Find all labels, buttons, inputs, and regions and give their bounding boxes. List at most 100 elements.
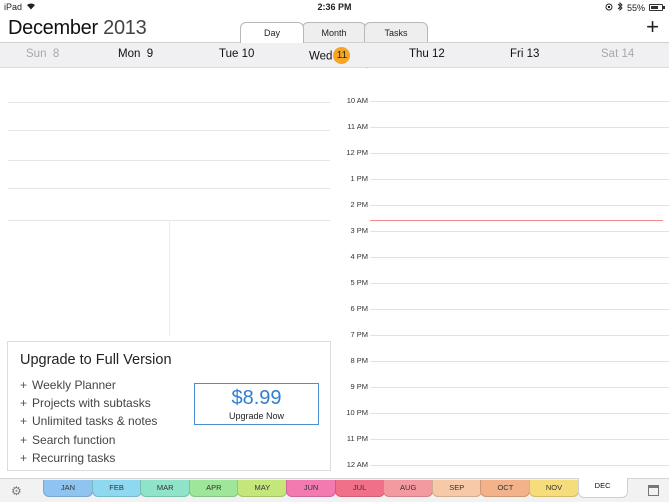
hour-gridline [370,413,669,414]
month-tab-sep[interactable]: SEP [431,480,482,497]
hour-row[interactable]: 5 PM [332,278,669,287]
hour-row[interactable]: 6 PM [332,304,669,313]
day-thu[interactable]: Thu 12 [409,48,445,60]
status-time: 2:36 PM [317,2,352,12]
hour-gridline [370,335,669,336]
month-tab-apr[interactable]: APR [188,480,239,497]
month-tab-oct[interactable]: OCT [480,480,531,497]
hour-row[interactable]: 8 PM [332,356,669,365]
month-tab-dec[interactable]: DEC [577,478,628,498]
price-label: $8.99 [231,387,282,409]
hour-gridline [370,153,669,154]
hour-gridline [370,205,669,206]
month-tab-aug[interactable]: AUG [383,480,434,497]
battery-percent: 55% [626,2,645,13]
hour-gridline [370,127,669,128]
hour-row[interactable]: 10 AM [332,96,669,105]
year: 2013 [103,17,147,39]
plus-icon: + [20,414,28,429]
hour-label: 10 PM [346,408,368,417]
feature-list: + Weekly Planner + Projects with subtasks … [20,376,157,467]
hour-label: 10 AM [346,96,368,105]
hour-row[interactable]: 10 PM [332,408,669,417]
day-fri[interactable]: Fri 13 [510,48,539,60]
list-item: + Weekly Planner [20,378,116,392]
hour-label-partial: · [365,65,368,72]
plus-icon: + [20,450,28,465]
plus-icon: + [20,396,28,411]
list-item: + Search function [20,432,116,447]
hour-gridline [370,361,669,362]
day-tue[interactable]: Tue 10 [219,48,254,60]
list-item: + Projects with subtasks [20,396,151,411]
hour-label: 2 PM [350,200,368,209]
hour-row[interactable]: 12 PM [332,148,669,157]
bluetooth-icon [617,1,623,13]
tab-tasks[interactable]: Tasks [364,22,428,42]
battery-icon [649,4,665,11]
hour-label: 9 PM [350,382,368,391]
view-tabs: Day Month Tasks [240,22,428,44]
hour-label: 12 AM [346,460,368,469]
upgrade-panel: Upgrade to Full Version + Weekly Planner … [7,341,331,471]
list-item: + Unlimited tasks & notes [20,414,158,429]
month-tab-mar[interactable]: MAR [140,480,191,497]
orientation-lock-icon [605,3,613,13]
day-sat[interactable]: Sat 14 [601,48,634,60]
hour-gridline [370,231,669,232]
status-bar: iPad 2:36 PM 55% [0,0,669,14]
hour-label: 8 PM [350,356,368,365]
calendar-icon[interactable] [648,485,659,496]
hour-row[interactable]: 2 PM [332,200,669,209]
month-tab-jan[interactable]: JAN [43,480,93,497]
day-sun[interactable]: Sun 8 [26,48,59,60]
upgrade-now-label: Upgrade Now [228,411,285,421]
task-row-divider [8,130,330,131]
hour-row[interactable]: 4 PM [332,252,669,261]
month-tab-jun[interactable]: JUN [286,480,336,497]
hour-gridline [370,309,669,310]
hour-row[interactable]: 7 PM [332,330,669,339]
month-tab-jul[interactable]: JUL [334,480,385,497]
current-time-line [370,220,663,221]
tab-day[interactable]: Day [240,22,304,43]
hour-row[interactable]: 1 PM [332,174,669,183]
day-wed[interactable]: Wed 11 [309,47,351,65]
hour-label: 3 PM [350,226,368,235]
tab-month[interactable]: Month [302,22,366,42]
month-strip: ⚙ JAN FEB MAR APR MAY JUN JUL AUG SEP OCT NOV DEC [0,478,669,502]
gear-icon[interactable]: ⚙ [11,484,22,498]
month-tab-feb[interactable]: FEB [91,480,142,497]
hour-gridline [370,387,669,388]
plus-icon: + [20,432,28,447]
header: December 2013 Day Month Tasks + [0,14,669,44]
status-right: 55% [605,1,665,13]
hour-label: 7 PM [350,330,368,339]
task-row-divider [8,102,330,103]
hour-label: 6 PM [350,304,368,313]
task-row-divider [8,188,330,189]
month-tab-may[interactable]: MAY [237,480,288,497]
day-schedule[interactable]: · 10 AM 11 AM 12 PM 1 PM 2 PM 3 PM 4 PM 5 PM 6 P… [332,65,669,478]
hour-gridline [370,257,669,258]
add-button[interactable]: + [646,16,659,38]
hour-row[interactable]: 11 AM [332,122,669,131]
day-mon[interactable]: Mon 9 [118,48,153,60]
page-title: December 2013 [8,17,147,40]
hour-row[interactable]: 3 PM [332,226,669,235]
hour-gridline [370,465,669,466]
list-item: + Recurring tasks [20,450,116,465]
hour-gridline [370,439,669,440]
hour-row[interactable]: 12 AM [332,460,669,469]
hour-label: 1 PM [350,174,368,183]
hour-gridline [370,179,669,180]
upgrade-title: Upgrade to Full Version [20,352,172,368]
hour-label: 12 PM [346,148,368,157]
month-tab-nov[interactable]: NOV [529,480,579,497]
hour-row[interactable]: 11 PM [332,434,669,443]
upgrade-now-button[interactable]: $8.99 Upgrade Now [194,383,319,425]
hour-row[interactable]: 9 PM [332,382,669,391]
hour-label: 5 PM [350,278,368,287]
hour-label: 4 PM [350,252,368,261]
pane-divider [169,221,170,336]
